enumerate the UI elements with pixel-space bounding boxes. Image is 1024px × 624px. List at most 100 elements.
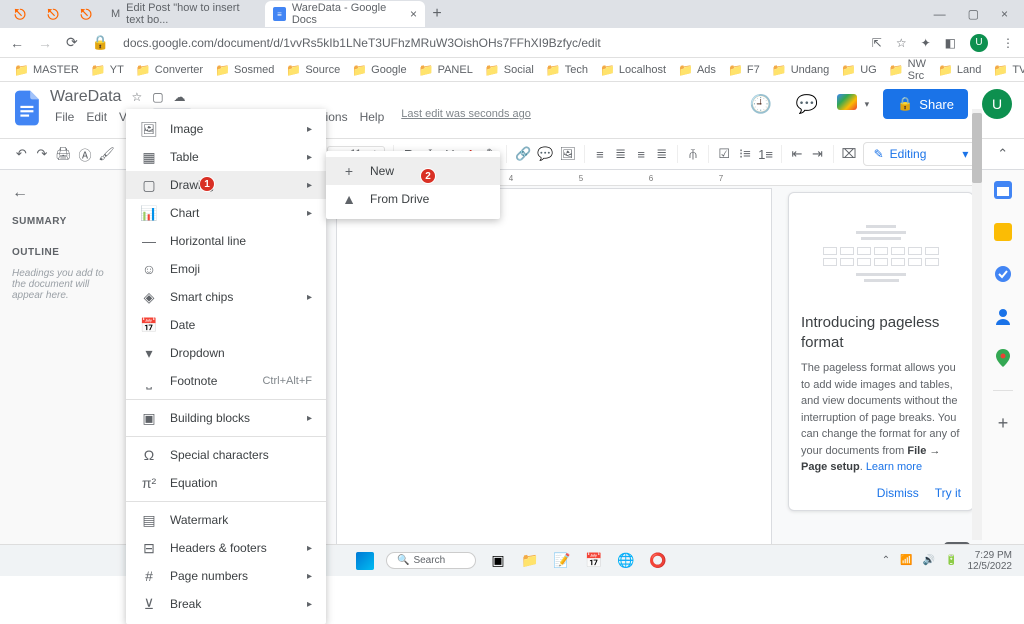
- new-tab-button[interactable]: +: [425, 2, 449, 26]
- document-page[interactable]: [336, 188, 772, 576]
- tryit-button[interactable]: Try it: [935, 486, 961, 500]
- checklist-icon[interactable]: ☑: [717, 143, 732, 165]
- undo-icon[interactable]: ↶: [14, 143, 29, 165]
- drawing-from-drive[interactable]: ▲From Drive: [326, 185, 500, 213]
- bookmark-localhost[interactable]: 📁Localhost: [596, 63, 670, 77]
- comments-icon[interactable]: 💬: [791, 88, 823, 120]
- taskbar-search[interactable]: 🔍Search: [386, 552, 476, 569]
- bookmark-panel[interactable]: 📁PANEL: [415, 63, 477, 77]
- minimize-icon[interactable]: —: [934, 7, 946, 21]
- meet-icon[interactable]: ▾: [837, 88, 869, 120]
- profile-avatar[interactable]: U: [970, 34, 988, 52]
- doc-title[interactable]: WareData: [50, 88, 121, 106]
- spellcheck-icon[interactable]: Ⓐ: [78, 143, 93, 165]
- panel-icon[interactable]: ◧: [945, 36, 956, 50]
- insert-headers-footers[interactable]: ⊟Headers & footers▸: [126, 534, 326, 562]
- close-window-icon[interactable]: ×: [1001, 7, 1008, 21]
- explorer-icon[interactable]: 📁: [520, 551, 540, 571]
- lock-icon[interactable]: 🔒: [92, 34, 109, 51]
- calendar-app-icon[interactable]: 📅: [584, 551, 604, 571]
- comment-icon[interactable]: 💬: [537, 143, 553, 165]
- bookmark-google[interactable]: 📁Google: [348, 63, 410, 77]
- bookmark-ug[interactable]: 📁UG: [837, 63, 880, 77]
- menu-icon[interactable]: ⋮: [1002, 36, 1014, 50]
- print-icon[interactable]: 🖨: [55, 143, 72, 165]
- extensions-icon[interactable]: ✦: [921, 36, 931, 50]
- redo-icon[interactable]: ↷: [35, 143, 50, 165]
- star-icon[interactable]: ☆: [896, 36, 907, 50]
- addons-icon[interactable]: +: [993, 413, 1013, 433]
- account-avatar[interactable]: U: [982, 89, 1012, 119]
- paint-icon[interactable]: 🖌: [98, 143, 115, 165]
- line-spacing-icon[interactable]: ⫚: [686, 143, 701, 165]
- bullet-list-icon[interactable]: ⁝≡: [738, 143, 753, 165]
- scrollbar[interactable]: [972, 109, 982, 540]
- tab-brave-1[interactable]: ⎋: [4, 2, 36, 26]
- insert-special-characters[interactable]: ΩSpecial characters: [126, 441, 326, 469]
- bookmark-sosmed[interactable]: 📁Sosmed: [211, 63, 278, 77]
- edge-icon[interactable]: 🌐: [616, 551, 636, 571]
- bookmark-source[interactable]: 📁Source: [282, 63, 344, 77]
- drawing-new[interactable]: +New: [326, 157, 500, 185]
- move-icon[interactable]: ▢: [152, 90, 163, 104]
- bookmark-ads[interactable]: 📁Ads: [674, 63, 720, 77]
- bookmark-tv[interactable]: 📁TV: [989, 63, 1024, 77]
- learn-more-link[interactable]: Learn more: [866, 461, 922, 473]
- align-justify-icon[interactable]: ≣: [654, 143, 669, 165]
- outdent-icon[interactable]: ⇤: [790, 143, 805, 165]
- taskview-icon[interactable]: ▣: [488, 551, 508, 571]
- insert-image[interactable]: 🖼Image▸: [126, 115, 326, 143]
- keep-icon[interactable]: [993, 222, 1013, 242]
- insert-dropdown[interactable]: ▾Dropdown: [126, 339, 326, 367]
- insert-table[interactable]: ▦Table▸: [126, 143, 326, 171]
- contacts-icon[interactable]: [993, 306, 1013, 326]
- calendar-icon[interactable]: [993, 180, 1013, 200]
- back-arrow-icon[interactable]: ←: [12, 184, 114, 202]
- battery-icon[interactable]: 🔋: [945, 555, 957, 566]
- notepad-icon[interactable]: 📝: [552, 551, 572, 571]
- back-icon[interactable]: ←: [10, 35, 24, 51]
- cloud-icon[interactable]: ☁: [174, 90, 186, 104]
- insert-equation[interactable]: π²Equation: [126, 469, 326, 497]
- number-list-icon[interactable]: 1≡: [758, 143, 773, 165]
- menu-file[interactable]: File: [50, 108, 79, 126]
- maximize-icon[interactable]: ▢: [968, 7, 979, 21]
- insert-horizontal-line[interactable]: —Horizontal line: [126, 227, 326, 255]
- tab-brave-3[interactable]: ⎋: [70, 2, 102, 26]
- editing-mode-button[interactable]: ✎ Editing ▾: [863, 142, 980, 166]
- tab-editpost[interactable]: M Edit Post "how to insert text bo...: [103, 1, 263, 27]
- insert-date[interactable]: 📅Date: [126, 311, 326, 339]
- clear-format-icon[interactable]: ⌧: [841, 143, 856, 165]
- align-left-icon[interactable]: ≡: [593, 143, 608, 165]
- insert-page-numbers[interactable]: #Page numbers▸: [126, 562, 326, 590]
- bookmark-undang[interactable]: 📁Undang: [768, 63, 834, 77]
- wifi-icon[interactable]: 📶: [900, 555, 912, 566]
- share-button[interactable]: 🔒Share: [883, 89, 968, 119]
- bookmark-tech[interactable]: 📁Tech: [542, 63, 592, 77]
- menu-edit[interactable]: Edit: [81, 108, 112, 126]
- start-button[interactable]: [356, 552, 374, 570]
- tray-chevron-icon[interactable]: ⌃: [882, 555, 890, 566]
- insert-break[interactable]: ⊻Break▸: [126, 590, 326, 618]
- bookmark-yt[interactable]: 📁YT: [87, 63, 128, 77]
- insert-drawing[interactable]: ▢Drawing▸: [126, 171, 326, 199]
- star-icon[interactable]: ☆: [131, 90, 142, 104]
- history-icon[interactable]: 🕘: [745, 88, 777, 120]
- bookmark-nw src[interactable]: 📁NW Src: [885, 58, 930, 82]
- url-text[interactable]: docs.google.com/document/d/1vvRs5kIb1LNe…: [123, 36, 601, 50]
- align-right-icon[interactable]: ≡: [634, 143, 649, 165]
- link-icon[interactable]: 🔗: [515, 143, 531, 165]
- bookmark-converter[interactable]: 📁Converter: [132, 63, 207, 77]
- install-icon[interactable]: ⇱: [872, 36, 882, 50]
- reload-icon[interactable]: ⟳: [66, 34, 78, 51]
- last-edit-link[interactable]: Last edit was seconds ago: [401, 108, 531, 126]
- clock[interactable]: 7:29 PM 12/5/2022: [968, 550, 1013, 572]
- maps-icon[interactable]: [993, 348, 1013, 368]
- dismiss-button[interactable]: Dismiss: [877, 486, 919, 500]
- bookmark-social[interactable]: 📁Social: [481, 63, 538, 77]
- insert-smart-chips[interactable]: ◈Smart chips▸: [126, 283, 326, 311]
- insert-emoji[interactable]: ☺Emoji: [126, 255, 326, 283]
- docs-logo-icon[interactable]: [12, 88, 44, 128]
- bookmark-f7[interactable]: 📁F7: [724, 63, 764, 77]
- tab-waredata[interactable]: ≡ WareData - Google Docs ×: [265, 1, 425, 27]
